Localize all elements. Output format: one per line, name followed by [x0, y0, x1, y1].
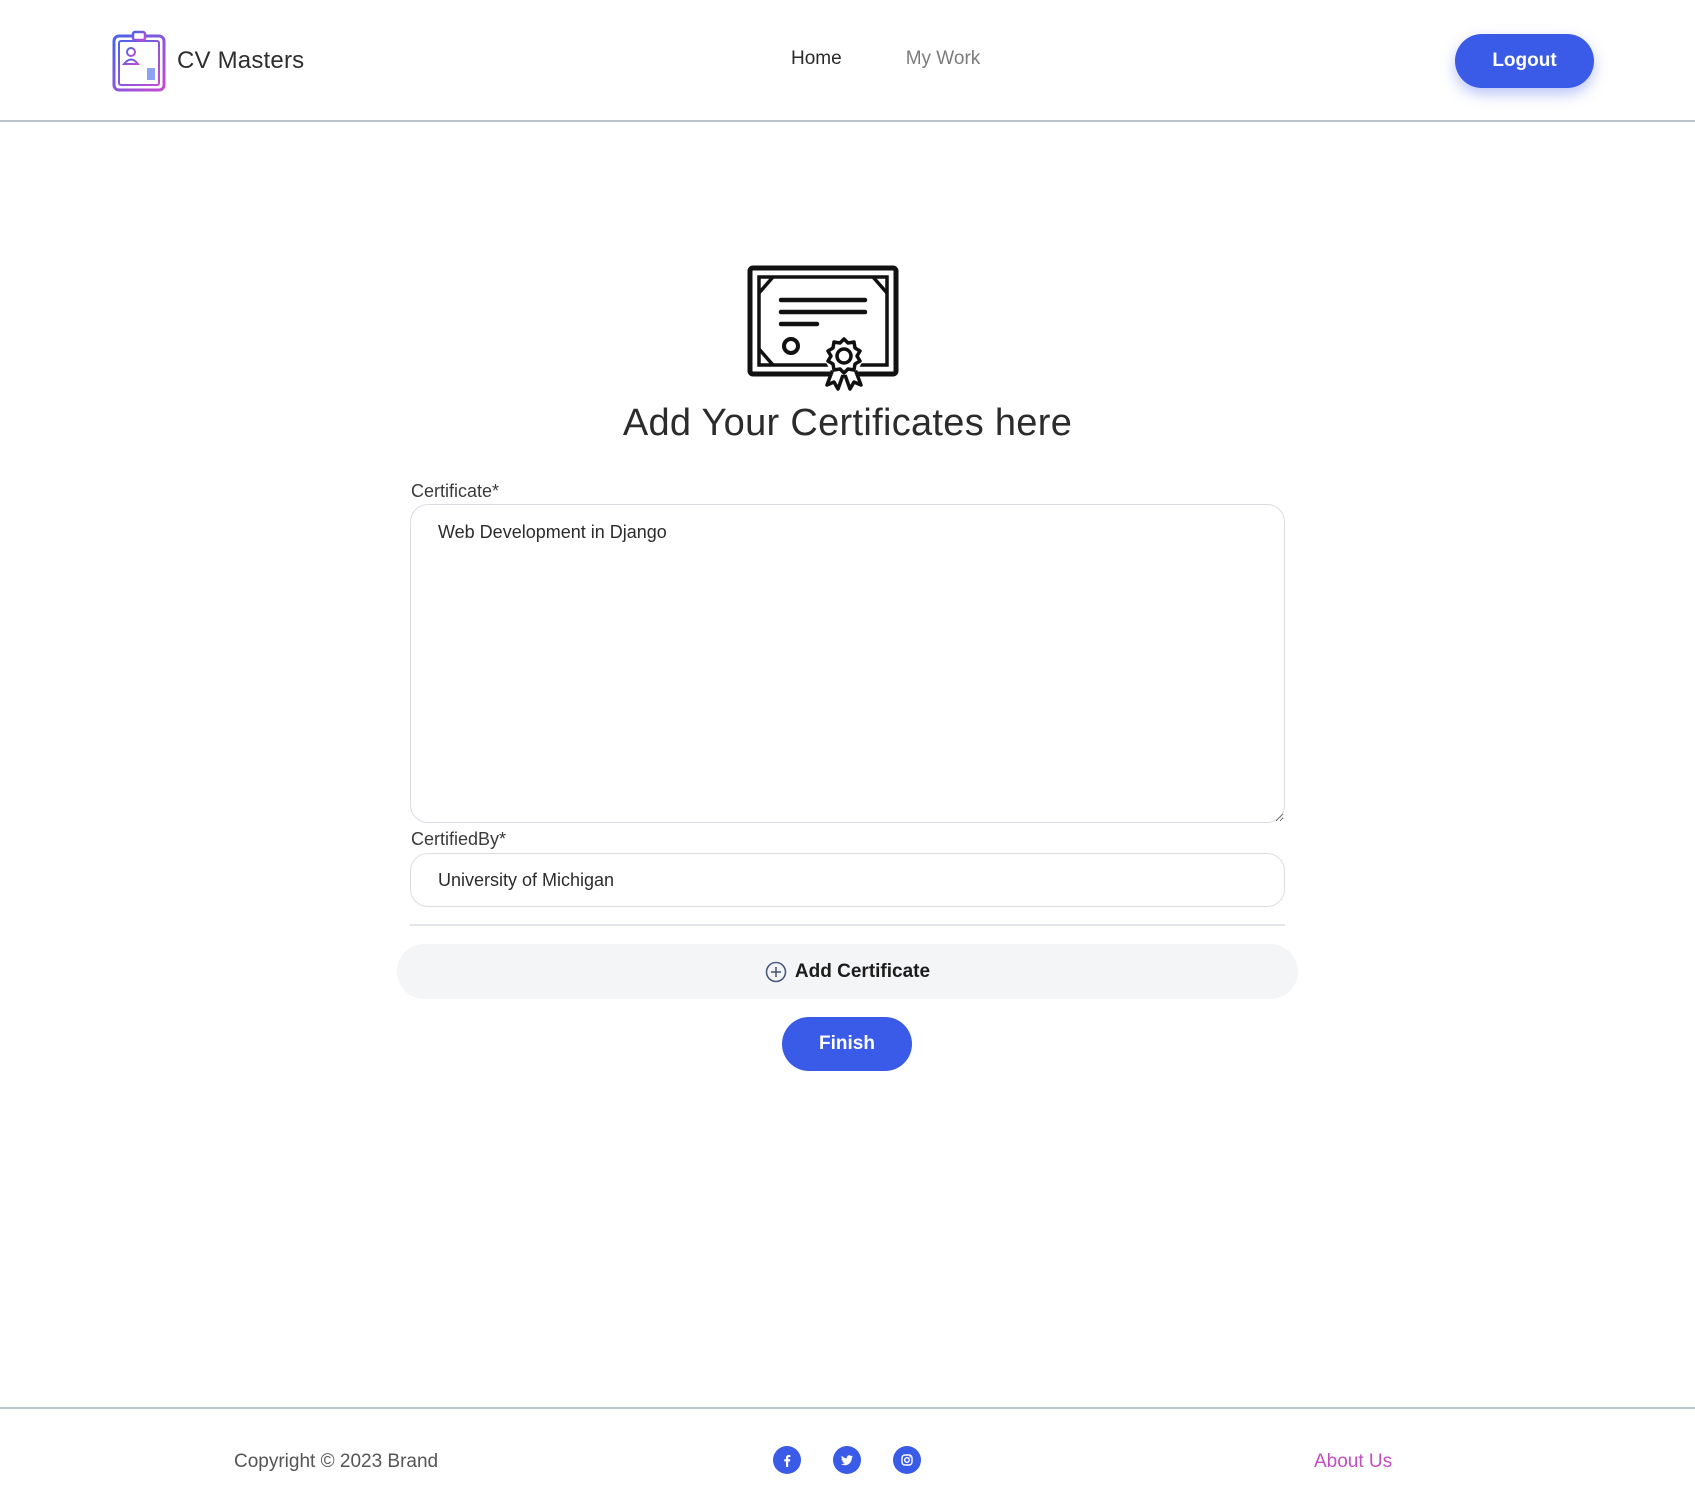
certificate-label: Certificate*	[411, 481, 500, 501]
finish-button[interactable]: Finish	[782, 1017, 912, 1071]
main-nav: Home My Work	[791, 48, 980, 70]
facebook-icon[interactable]	[773, 1446, 801, 1474]
top-navbar: CV Masters Home My Work Logout	[0, 0, 1695, 122]
about-us-link[interactable]: About Us	[1314, 1451, 1392, 1473]
copyright-text: Copyright © 2023 Brand	[234, 1451, 439, 1472]
add-certificate-label: Add Certificate	[794, 960, 931, 982]
twitter-icon[interactable]	[833, 1446, 861, 1474]
logout-button[interactable]: Logout	[1455, 34, 1594, 88]
instagram-icon[interactable]	[893, 1446, 921, 1474]
nav-home-link[interactable]: Home	[791, 48, 842, 70]
social-links	[773, 1446, 921, 1474]
add-certificate-button[interactable]: Add Certificate	[397, 944, 1298, 999]
certified-by-input[interactable]	[410, 853, 1285, 907]
page-title: Add Your Certificates here	[622, 402, 1073, 444]
certified-by-label: CertifiedBy*	[411, 829, 507, 849]
brand[interactable]: CV Masters	[111, 30, 304, 92]
form-divider	[410, 924, 1285, 926]
footer: Copyright © 2023 Brand About Us	[0, 1407, 1695, 1510]
nav-my-work-link[interactable]: My Work	[906, 48, 981, 70]
certificate-icon	[747, 265, 899, 391]
cv-clipboard-logo-icon	[112, 30, 166, 92]
plus-circle-icon	[765, 961, 787, 982]
brand-name: CV Masters	[177, 47, 305, 74]
certificate-textarea[interactable]: Web Development in Django	[410, 504, 1285, 823]
